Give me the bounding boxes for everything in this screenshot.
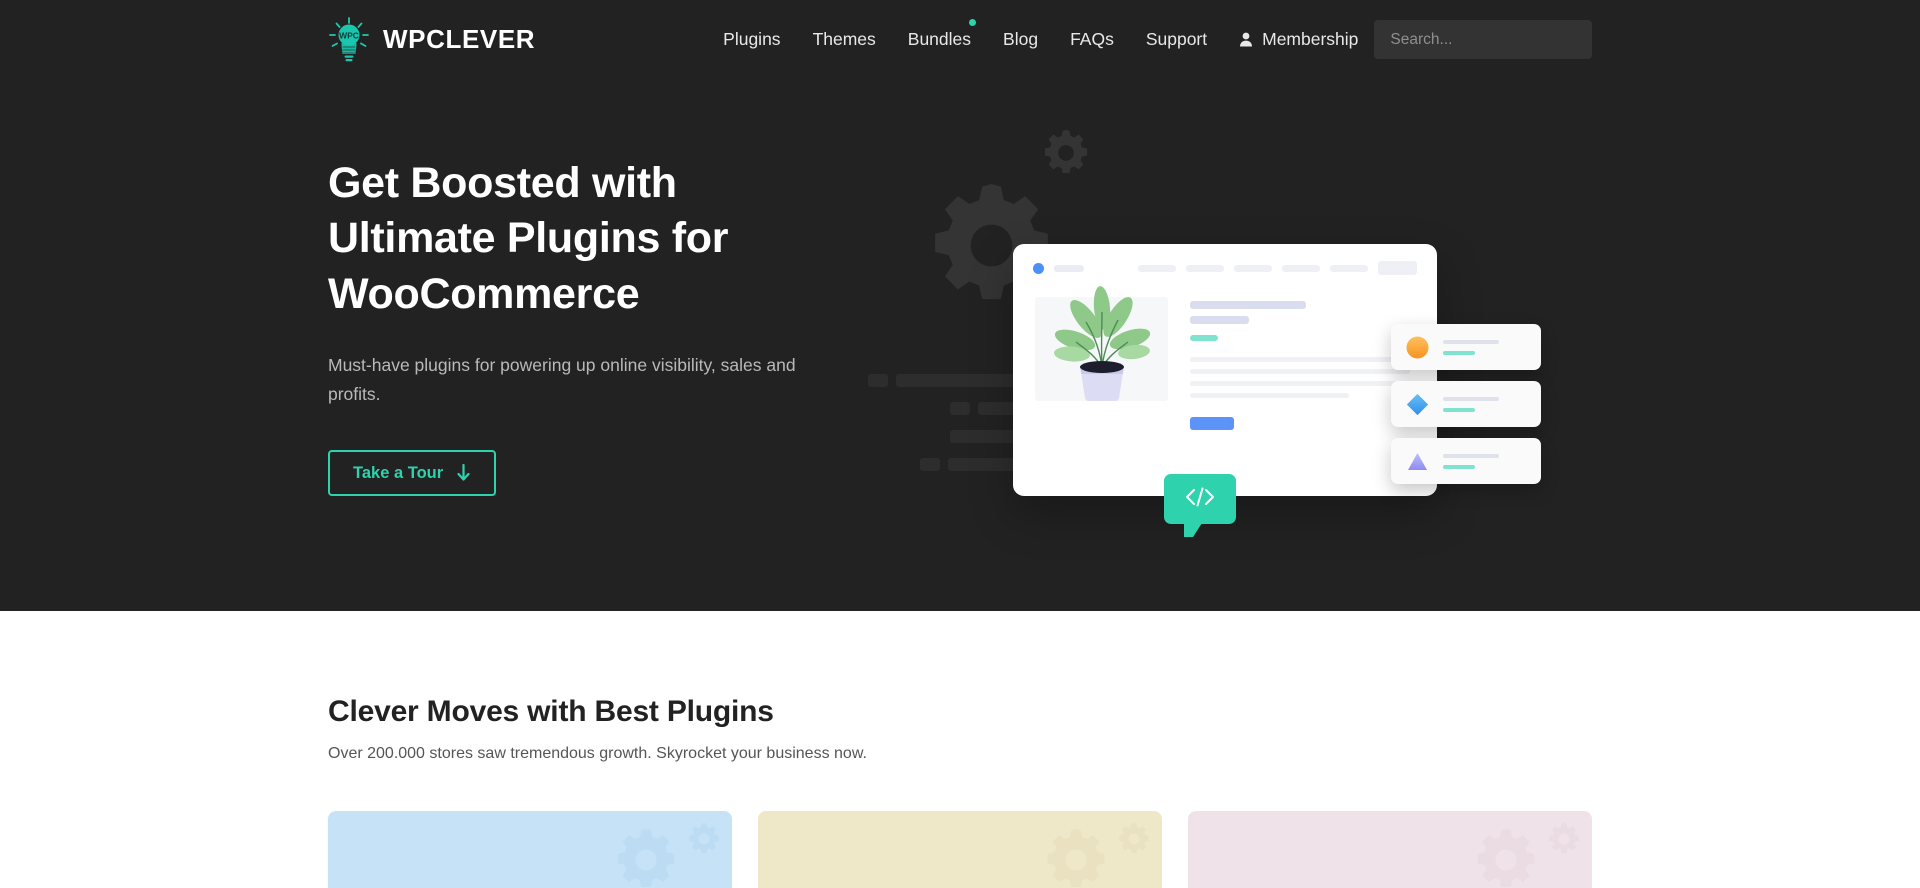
nav-label: Bundles [907,29,972,49]
hero-container: WPC WPCLEVER Plugins Themes Bundles Blog [328,0,1592,537]
take-a-tour-button[interactable]: Take a Tour [328,450,497,497]
circle-icon [1406,336,1429,358]
gear-large-icon [617,829,675,888]
brand-name: WPCLEVER [383,24,536,54]
gear-small-icon [1119,823,1149,853]
mockup-line [1190,357,1417,362]
code-brackets-icon [1184,486,1216,513]
take-a-tour-label: Take a Tour [353,463,444,482]
diamond-icon [1406,393,1429,415]
mockup-primary-button [1190,417,1234,430]
hero-text-column: Get Boosted with Ultimate Plugins for Wo… [328,79,888,497]
floating-card [1391,381,1541,427]
lightbulb-wpc-icon: WPC [328,16,370,63]
brand-logo-link[interactable]: WPC WPCLEVER [328,16,536,63]
nav-label: FAQs [1070,29,1114,49]
mockup-accent-bar [1190,335,1218,341]
gear-small-icon [1044,130,1088,174]
mockup-line [1190,393,1349,398]
mockup-line [1190,369,1411,374]
svg-text:WPC: WPC [339,30,359,40]
mockup-menu-bars [1138,264,1369,272]
gear-large-icon [1047,829,1105,888]
code-bubble [1164,474,1236,537]
potted-plant-illustration [1054,286,1151,401]
hero-body: Get Boosted with Ultimate Plugins for Wo… [328,79,1592,537]
features-section: Clever Moves with Best Plugins Over 200.… [0,611,1920,888]
floating-card [1391,324,1541,370]
feature-card-cream[interactable] [758,811,1162,888]
mockup-product-image [1035,286,1168,401]
nav-label: Themes [812,29,876,49]
floating-feature-cards [1391,324,1541,495]
search-input[interactable] [1374,20,1592,59]
hero-section: WPC WPCLEVER Plugins Themes Bundles Blog [0,0,1920,611]
nav-item-blog[interactable]: Blog [987,23,1054,56]
mockup-line [1190,381,1415,386]
floating-card-lines [1443,396,1526,412]
nav-item-themes[interactable]: Themes [797,23,892,56]
triangle-icon [1408,452,1427,470]
mockup-logo-bar [1054,264,1085,272]
features-title: Clever Moves with Best Plugins [328,695,774,728]
user-icon [1239,32,1253,47]
mockup-cta-bar [1378,261,1417,275]
bundles-new-badge-dot [969,19,977,26]
floating-card [1391,438,1541,484]
hero-subtitle: Must-have plugins for powering up online… [328,355,796,404]
arrow-down-icon [456,464,471,482]
feature-card-blue[interactable] [328,811,732,888]
nav-item-membership[interactable]: Membership [1223,23,1374,56]
gear-large-icon [1477,829,1535,888]
nav-label: Plugins [723,29,781,49]
mockup-heading-bar [1190,301,1306,309]
main-navigation: Plugins Themes Bundles Blog FAQs Support [707,19,1374,56]
mockup-text-bars [1190,297,1417,430]
gear-small-icon [689,823,719,853]
nav-item-plugins[interactable]: Plugins [707,23,796,56]
site-header: WPC WPCLEVER Plugins Themes Bundles Blog [328,0,1592,79]
mockup-topbar [1013,244,1437,275]
features-subtitle: Over 200.000 stores saw tremendous growt… [328,745,867,762]
mockup-subheading-bar [1190,316,1249,324]
floating-card-lines [1443,339,1526,355]
nav-item-faqs[interactable]: FAQs [1054,23,1130,56]
nav-item-support[interactable]: Support [1130,23,1223,56]
nav-label: Membership [1262,29,1359,49]
mockup-logo-dot [1033,262,1044,274]
hero-illustration [868,129,1598,559]
features-container: Clever Moves with Best Plugins Over 200.… [328,695,1592,888]
nav-item-bundles[interactable]: Bundles [892,19,987,56]
feature-card-grid [328,811,1592,888]
nav-label: Blog [1003,29,1039,49]
search-bar [1374,20,1592,59]
feature-card-pink[interactable] [1188,811,1592,888]
gear-small-icon [1549,823,1579,853]
nav-label: Support [1145,29,1208,49]
floating-card-lines [1443,453,1526,469]
browser-mockup [1013,244,1437,496]
mockup-body [1013,275,1437,430]
hero-title: Get Boosted with Ultimate Plugins for Wo… [328,159,729,318]
